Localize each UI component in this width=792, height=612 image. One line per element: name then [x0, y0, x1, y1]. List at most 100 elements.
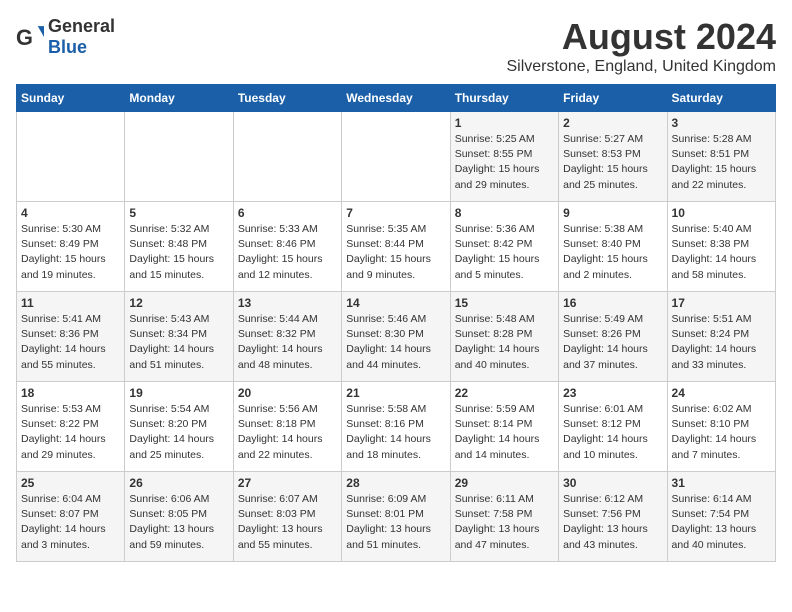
day-info: Sunrise: 5:44 AM Sunset: 8:32 PM Dayligh… [238, 312, 337, 373]
weekday-header: Tuesday [233, 85, 341, 112]
weekday-header: Monday [125, 85, 233, 112]
day-number: 18 [21, 386, 120, 400]
calendar-cell: 6Sunrise: 5:33 AM Sunset: 8:46 PM Daylig… [233, 202, 341, 292]
day-info: Sunrise: 5:58 AM Sunset: 8:16 PM Dayligh… [346, 402, 445, 463]
weekday-header: Friday [559, 85, 667, 112]
calendar-cell [233, 112, 341, 202]
month-title: August 2024 [507, 16, 777, 58]
calendar-cell: 16 Sunrise: 5:49 AM Sunset: 8:26 PM Dayli… [559, 292, 667, 382]
day-number: 20 [238, 386, 337, 400]
day-number: 12 [129, 296, 228, 310]
day-number: 30 [563, 476, 662, 490]
calendar-cell: 24 Sunrise: 6:02 AM Sunset: 8:10 PM Dayli… [667, 382, 775, 472]
day-info: Sunrise: 5:48 AM Sunset: 8:28 PM Dayligh… [455, 312, 554, 373]
day-number: 16 [563, 296, 662, 310]
day-info: Sunrise: 5:53 AM Sunset: 8:22 PM Dayligh… [21, 402, 120, 463]
calendar-cell: 18 Sunrise: 5:53 AM Sunset: 8:22 PM Dayli… [17, 382, 125, 472]
day-number: 15 [455, 296, 554, 310]
weekday-header: Sunday [17, 85, 125, 112]
day-info: Sunrise: 5:28 AM Sunset: 8:51 PM Dayligh… [672, 132, 771, 193]
day-number: 13 [238, 296, 337, 310]
day-info: Sunrise: 5:59 AM Sunset: 8:14 PM Dayligh… [455, 402, 554, 463]
page-header: G General Blue August 2024 Silverstone, … [16, 16, 776, 76]
calendar-table: SundayMondayTuesdayWednesdayThursdayFrid… [16, 84, 776, 562]
calendar-cell: 31 Sunrise: 6:14 AM Sunset: 7:54 PM Dayli… [667, 472, 775, 562]
calendar-cell: 1 Sunrise: 5:25 AM Sunset: 8:55 PM Daylig… [450, 112, 558, 202]
calendar-cell [17, 112, 125, 202]
calendar-cell: 3 Sunrise: 5:28 AM Sunset: 8:51 PM Daylig… [667, 112, 775, 202]
calendar-cell: 20 Sunrise: 5:56 AM Sunset: 8:18 PM Dayli… [233, 382, 341, 472]
day-info: Sunrise: 5:32 AM Sunset: 8:48 PM Dayligh… [129, 222, 228, 283]
calendar-cell: 28 Sunrise: 6:09 AM Sunset: 8:01 PM Dayli… [342, 472, 450, 562]
calendar-cell: 12 Sunrise: 5:43 AM Sunset: 8:34 PM Dayli… [125, 292, 233, 382]
day-info: Sunrise: 5:36 AM Sunset: 8:42 PM Dayligh… [455, 222, 554, 283]
weekday-header: Saturday [667, 85, 775, 112]
day-info: Sunrise: 5:56 AM Sunset: 8:18 PM Dayligh… [238, 402, 337, 463]
day-info: Sunrise: 6:01 AM Sunset: 8:12 PM Dayligh… [563, 402, 662, 463]
day-number: 19 [129, 386, 228, 400]
day-info: Sunrise: 5:51 AM Sunset: 8:24 PM Dayligh… [672, 312, 771, 373]
calendar-cell: 26Sunrise: 6:06 AM Sunset: 8:05 PM Dayli… [125, 472, 233, 562]
day-info: Sunrise: 5:49 AM Sunset: 8:26 PM Dayligh… [563, 312, 662, 373]
logo: G General Blue [16, 16, 115, 58]
day-info: Sunrise: 5:33 AM Sunset: 8:46 PM Dayligh… [238, 222, 337, 283]
day-number: 21 [346, 386, 445, 400]
calendar-cell: 9Sunrise: 5:38 AM Sunset: 8:40 PM Daylig… [559, 202, 667, 292]
logo-text-general: General [48, 16, 115, 36]
day-number: 1 [455, 116, 554, 130]
logo-icon: G [16, 23, 44, 51]
day-info: Sunrise: 6:14 AM Sunset: 7:54 PM Dayligh… [672, 492, 771, 553]
calendar-cell: 14Sunrise: 5:46 AM Sunset: 8:30 PM Dayli… [342, 292, 450, 382]
calendar-cell [342, 112, 450, 202]
calendar-cell: 15 Sunrise: 5:48 AM Sunset: 8:28 PM Dayli… [450, 292, 558, 382]
day-info: Sunrise: 5:41 AM Sunset: 8:36 PM Dayligh… [21, 312, 120, 373]
calendar-cell: 17 Sunrise: 5:51 AM Sunset: 8:24 PM Dayli… [667, 292, 775, 382]
title-block: August 2024 Silverstone, England, United… [507, 16, 777, 76]
day-number: 8 [455, 206, 554, 220]
calendar-cell: 22Sunrise: 5:59 AM Sunset: 8:14 PM Dayli… [450, 382, 558, 472]
calendar-cell: 2Sunrise: 5:27 AM Sunset: 8:53 PM Daylig… [559, 112, 667, 202]
day-number: 5 [129, 206, 228, 220]
day-number: 23 [563, 386, 662, 400]
day-info: Sunrise: 6:12 AM Sunset: 7:56 PM Dayligh… [563, 492, 662, 553]
day-info: Sunrise: 5:43 AM Sunset: 8:34 PM Dayligh… [129, 312, 228, 373]
calendar-cell: 13 Sunrise: 5:44 AM Sunset: 8:32 PM Dayli… [233, 292, 341, 382]
day-number: 28 [346, 476, 445, 490]
day-info: Sunrise: 5:54 AM Sunset: 8:20 PM Dayligh… [129, 402, 228, 463]
weekday-header: Wednesday [342, 85, 450, 112]
calendar-cell: 5 Sunrise: 5:32 AM Sunset: 8:48 PM Daylig… [125, 202, 233, 292]
day-info: Sunrise: 5:38 AM Sunset: 8:40 PM Dayligh… [563, 222, 662, 283]
location-title: Silverstone, England, United Kingdom [507, 58, 777, 76]
calendar-cell: 10Sunrise: 5:40 AM Sunset: 8:38 PM Dayli… [667, 202, 775, 292]
calendar-cell: 23 Sunrise: 6:01 AM Sunset: 8:12 PM Dayli… [559, 382, 667, 472]
day-info: Sunrise: 5:30 AM Sunset: 8:49 PM Dayligh… [21, 222, 120, 283]
svg-text:G: G [16, 25, 33, 50]
day-info: Sunrise: 5:25 AM Sunset: 8:55 PM Dayligh… [455, 132, 554, 193]
day-info: Sunrise: 6:06 AM Sunset: 8:05 PM Dayligh… [129, 492, 228, 553]
calendar-cell: 7 Sunrise: 5:35 AM Sunset: 8:44 PM Daylig… [342, 202, 450, 292]
day-number: 24 [672, 386, 771, 400]
calendar-cell: 8 Sunrise: 5:36 AM Sunset: 8:42 PM Daylig… [450, 202, 558, 292]
day-number: 10 [672, 206, 771, 220]
day-number: 27 [238, 476, 337, 490]
calendar-cell: 4Sunrise: 5:30 AM Sunset: 8:49 PM Daylig… [17, 202, 125, 292]
day-number: 7 [346, 206, 445, 220]
day-number: 17 [672, 296, 771, 310]
day-number: 3 [672, 116, 771, 130]
calendar-cell: 11 Sunrise: 5:41 AM Sunset: 8:36 PM Dayli… [17, 292, 125, 382]
day-info: Sunrise: 5:46 AM Sunset: 8:30 PM Dayligh… [346, 312, 445, 373]
day-number: 11 [21, 296, 120, 310]
day-number: 2 [563, 116, 662, 130]
calendar-cell: 29Sunrise: 6:11 AM Sunset: 7:58 PM Dayli… [450, 472, 558, 562]
day-number: 25 [21, 476, 120, 490]
calendar-header: SundayMondayTuesdayWednesdayThursdayFrid… [17, 85, 776, 112]
calendar-cell: 27Sunrise: 6:07 AM Sunset: 8:03 PM Dayli… [233, 472, 341, 562]
day-info: Sunrise: 5:35 AM Sunset: 8:44 PM Dayligh… [346, 222, 445, 283]
day-info: Sunrise: 6:09 AM Sunset: 8:01 PM Dayligh… [346, 492, 445, 553]
calendar-cell [125, 112, 233, 202]
weekday-header: Thursday [450, 85, 558, 112]
day-info: Sunrise: 6:11 AM Sunset: 7:58 PM Dayligh… [455, 492, 554, 553]
day-number: 31 [672, 476, 771, 490]
calendar-cell: 30 Sunrise: 6:12 AM Sunset: 7:56 PM Dayli… [559, 472, 667, 562]
day-info: Sunrise: 6:02 AM Sunset: 8:10 PM Dayligh… [672, 402, 771, 463]
